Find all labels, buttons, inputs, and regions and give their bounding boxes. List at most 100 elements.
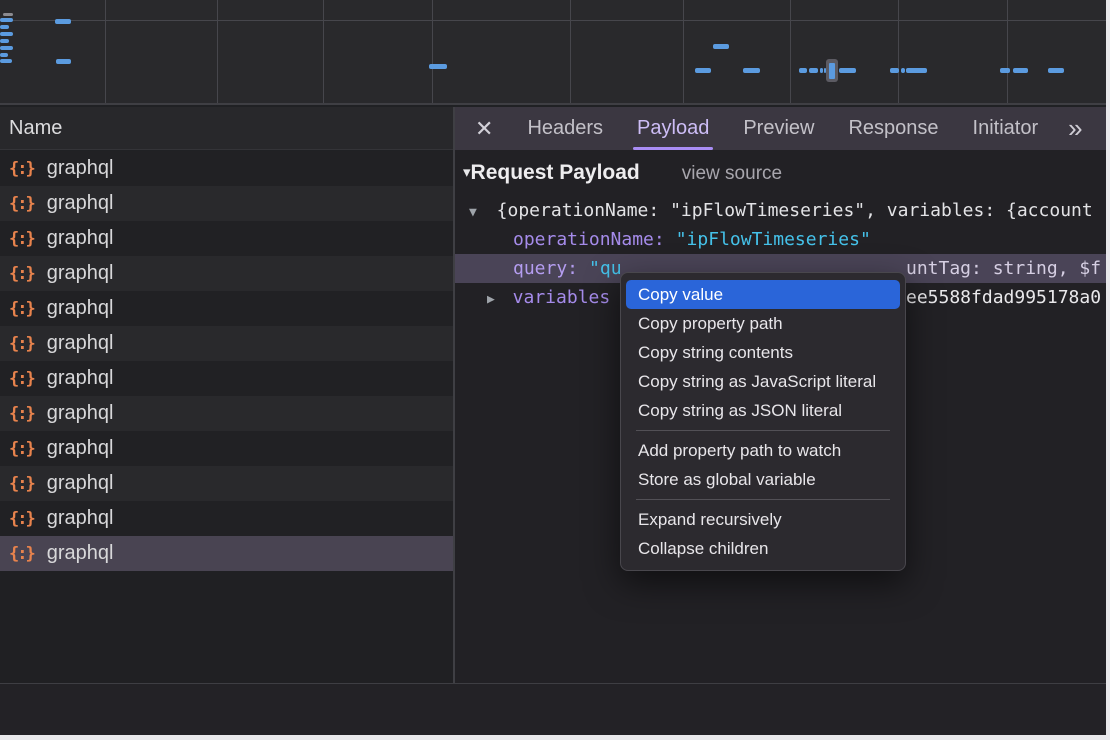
- json-braces-icon: {:}: [9, 404, 34, 424]
- request-row[interactable]: {:} graphql: [0, 466, 453, 501]
- timeline-request-bar: [0, 25, 9, 29]
- json-braces-icon: {:}: [9, 369, 34, 389]
- request-payload-title: Request Payload: [471, 161, 640, 184]
- request-name: graphql: [47, 542, 114, 565]
- timeline-request-bar: [0, 32, 13, 36]
- json-braces-icon: {:}: [9, 474, 34, 494]
- header-band: Name ✕ Headers Payload Preview Response Init…: [0, 107, 1106, 150]
- request-name: graphql: [47, 507, 114, 530]
- tab-headers[interactable]: Headers: [527, 107, 603, 150]
- menu-item-copy-property-path[interactable]: Copy property path: [621, 309, 905, 338]
- timeline-gridline: [323, 0, 324, 105]
- request-row[interactable]: {:}graphql: [0, 221, 453, 256]
- request-name: graphql: [47, 367, 114, 390]
- timeline-gridline: [432, 0, 433, 105]
- request-row[interactable]: {:}graphql: [0, 536, 453, 571]
- request-name: graphql: [47, 157, 114, 180]
- timeline-request-bar: [809, 68, 818, 73]
- menu-item-collapse-children[interactable]: Collapse children: [621, 534, 905, 563]
- request-name: graphql: [47, 437, 114, 460]
- timeline-gridline: [898, 0, 899, 105]
- timeline-gridline: [217, 0, 218, 105]
- timeline-request-bar: [0, 59, 12, 63]
- view-source-link[interactable]: view source: [682, 163, 782, 184]
- name-column-label: Name: [9, 117, 62, 139]
- timeline-request-bar: [55, 19, 71, 24]
- json-braces-icon: {:}: [9, 229, 34, 249]
- page-background: Name ✕ Headers Payload Preview Response Init…: [0, 0, 1110, 740]
- close-icon[interactable]: ✕: [475, 116, 493, 142]
- menu-item-store-as-global-variable[interactable]: Store as global variable: [621, 465, 905, 494]
- menu-item-copy-string-as-json-literal[interactable]: Copy string as JSON literal: [621, 396, 905, 425]
- menu-item-add-property-path-to-watch[interactable]: Add property path to watch: [621, 436, 905, 465]
- more-tabs-icon[interactable]: »: [1068, 113, 1080, 144]
- timeline-request-bar: [743, 68, 760, 73]
- operation-name-row[interactable]: operationName:"ipFlowTimeseries": [455, 225, 1106, 254]
- menu-separator: [636, 499, 890, 500]
- timeline-request-bar: [429, 64, 447, 69]
- request-row[interactable]: {:} graphql: [0, 501, 453, 536]
- request-list: {:} graphql {:} graphql {:} graphql {:} graphql…: [0, 151, 453, 683]
- json-braces-icon: {:}: [9, 439, 34, 459]
- timeline-request-bar: [695, 68, 711, 73]
- name-column-header[interactable]: Name: [0, 107, 453, 150]
- json-braces-icon: {:}: [9, 299, 34, 319]
- timeline-request-bar: [56, 59, 71, 64]
- timeline-gridline: [105, 0, 106, 105]
- timeline-request-bar: [906, 68, 927, 73]
- json-braces-icon: {:}: [9, 194, 34, 214]
- network-overview-timeline[interactable]: [0, 0, 1106, 105]
- timeline-request-bar: [0, 53, 8, 57]
- json-braces-icon: {:}: [9, 509, 34, 529]
- request-row[interactable]: {:} graphql: [0, 431, 453, 466]
- request-name: graphql: [47, 262, 114, 285]
- menu-item-copy-string-contents[interactable]: Copy string contents: [621, 338, 905, 367]
- bottom-empty-area: [0, 684, 1106, 735]
- menu-item-copy-string-as-javascript-literal[interactable]: Copy string as JavaScript literal: [621, 367, 905, 396]
- operation-name-value: "ipFlowTimeseries": [676, 229, 871, 250]
- request-name: graphql: [47, 402, 114, 425]
- menu-item-expand-recursively[interactable]: Expand recursively: [621, 505, 905, 534]
- request-row[interactable]: {:} graphql: [0, 361, 453, 396]
- timeline-selected-marker-bar: [829, 63, 835, 79]
- request-row[interactable]: {:}graphql: [0, 326, 453, 361]
- request-row[interactable]: {:} graphql: [0, 151, 453, 186]
- timeline-gridline: [683, 0, 684, 105]
- context-menu: Copy valueCopy property pathCopy string …: [620, 272, 906, 571]
- menu-item-copy-value[interactable]: Copy value: [626, 280, 900, 309]
- timeline-request-bar: [799, 68, 807, 73]
- query-value-left: "qu: [589, 258, 622, 279]
- payload-summary-row[interactable]: ▼ {operationName: "ipFlowTimeseries", va…: [455, 196, 1106, 225]
- timeline-request-bar: [0, 18, 13, 22]
- request-name: graphql: [47, 472, 114, 495]
- tab-payload[interactable]: Payload: [637, 107, 709, 150]
- timeline-request-bar: [0, 39, 9, 43]
- request-row[interactable]: {:} graphql: [0, 396, 453, 431]
- request-row[interactable]: {:}graphql: [0, 291, 453, 326]
- request-payload-header: ▾Request Payload view source: [455, 161, 1106, 191]
- timeline-request-bar: [839, 68, 856, 73]
- timeline-request-bar: [1048, 68, 1064, 73]
- json-braces-icon: {:}: [9, 159, 34, 179]
- timeline-request-bar: [890, 68, 899, 73]
- expand-triangle-icon[interactable]: ▶: [487, 285, 495, 312]
- timeline-request-bar: [0, 46, 13, 50]
- timeline-gridline: [790, 0, 791, 105]
- timeline-request-bar: [901, 68, 905, 73]
- timeline-request-bar: [713, 44, 729, 49]
- tab-initiator[interactable]: Initiator: [973, 107, 1039, 150]
- timeline-gridline: [0, 20, 1106, 21]
- timeline-gridline: [570, 0, 571, 105]
- collapse-triangle-icon[interactable]: ▾: [463, 164, 471, 181]
- request-row[interactable]: {:}graphql: [0, 186, 453, 221]
- tab-response[interactable]: Response: [848, 107, 938, 150]
- devtools-network-panel: Name ✕ Headers Payload Preview Response Init…: [0, 0, 1106, 735]
- timeline-request-bar: [1000, 68, 1010, 73]
- expand-triangle-icon[interactable]: ▼: [469, 198, 477, 225]
- variables-key: variables: [513, 287, 611, 308]
- tab-preview[interactable]: Preview: [743, 107, 814, 150]
- timeline-request-bar: [820, 68, 823, 73]
- query-value-right-fragment: untTag: string, $f: [906, 254, 1101, 283]
- request-row[interactable]: {:}graphql: [0, 256, 453, 291]
- query-key: query:: [513, 258, 578, 279]
